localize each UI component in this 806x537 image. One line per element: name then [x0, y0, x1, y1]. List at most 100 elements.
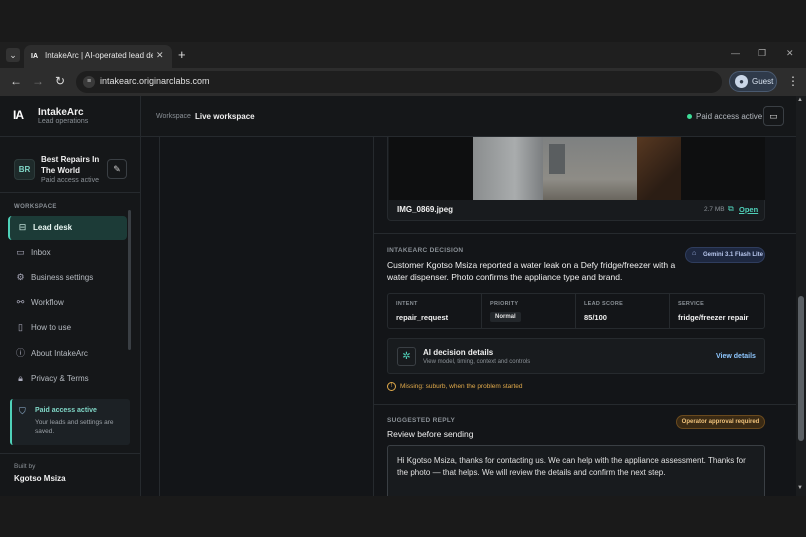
site-info-icon[interactable]: ≡: [83, 76, 95, 88]
inbox-tray-icon: ⊟: [18, 222, 27, 232]
scroll-up-icon[interactable]: ▲: [797, 97, 803, 103]
view-details-button[interactable]: View details: [716, 353, 756, 360]
stat-value: fridge/freezer repair: [678, 313, 749, 322]
sidebar-item-workflow[interactable]: ⚯ Workflow: [8, 291, 127, 315]
sidebar-item-label: Privacy & Terms: [31, 374, 89, 383]
warning-icon: !: [387, 382, 396, 391]
lock-icon: 🔒︎: [18, 373, 23, 383]
reload-icon[interactable]: ↻: [55, 74, 65, 88]
sidebar-item-inbox[interactable]: ▭ Inbox: [8, 241, 127, 265]
sidebar-item-label: About IntakeArc: [31, 349, 88, 358]
forward-icon[interactable]: →: [32, 74, 44, 88]
missing-info: Missing: suburb, when the problem starte…: [400, 383, 523, 390]
stat-label: LEAD SCORE: [584, 301, 624, 307]
decision-label: INTAKEARC DECISION: [387, 247, 464, 254]
sidebar-item-label: How to use: [31, 323, 72, 332]
attachment-photo[interactable]: [389, 137, 765, 200]
open-attachment-link[interactable]: Open: [739, 205, 758, 214]
tab-search-button[interactable]: ⌄: [6, 48, 20, 62]
model-badge: ⌂ Gemini 3.1 Flash Lite: [685, 247, 765, 263]
stat-value: repair_request: [396, 313, 449, 322]
brand-name: IntakeArc: [38, 107, 84, 118]
address-bar[interactable]: ≡ intakearc.originarclabs.com: [76, 71, 722, 93]
built-by-name: Kgotso Msiza: [14, 474, 66, 483]
letterbox-bottom: [0, 496, 806, 537]
divider: [374, 404, 796, 405]
topbar: Workspace Live workspace Paid access act…: [141, 96, 806, 137]
stat-lead-score: LEAD SCORE 85/100: [576, 294, 670, 328]
minimize-icon[interactable]: —: [731, 48, 740, 58]
reply-text: Hi Kgotso Msiza, thanks for contacting u…: [397, 456, 746, 477]
external-link-icon[interactable]: ⧉: [728, 204, 734, 214]
monitor-button[interactable]: ▭: [763, 106, 784, 126]
priority-badge: Normal: [490, 312, 521, 322]
built-by-label: Built by: [14, 463, 36, 470]
ai-details-title: AI decision details: [423, 348, 494, 357]
business-name: Best Repairs In The World: [41, 155, 100, 175]
sidebar-item-privacy[interactable]: 🔒︎ Privacy & Terms: [8, 367, 127, 391]
inbox-icon: ▭: [16, 247, 25, 257]
sidebar-item-label: Business settings: [31, 273, 94, 282]
browser-toolbar: ← → ↻ ≡ intakearc.originarclabs.com ● Gu…: [0, 68, 806, 96]
browser-tab[interactable]: IA IntakeArc | AI-operated lead de ✕: [24, 45, 172, 68]
stat-service: SERVICE fridge/freezer repair: [670, 294, 764, 328]
scrollbar-thumb[interactable]: [798, 296, 804, 441]
status-dot-icon: [687, 114, 692, 119]
lead-list-pane: [159, 137, 374, 496]
sidebar-item-lead-desk[interactable]: ⊟ Lead desk: [8, 216, 127, 240]
paid-access-text: Your leads and settings are saved.: [35, 419, 114, 435]
divider: [0, 453, 141, 454]
sidebar-scrollbar[interactable]: [128, 210, 131, 350]
sparkle-icon: ✲: [397, 347, 416, 366]
breadcrumb-workspace: Workspace: [156, 113, 191, 120]
stat-label: INTENT: [396, 301, 418, 307]
business-avatar: BR: [14, 159, 35, 180]
back-icon[interactable]: ←: [10, 74, 22, 88]
sidebar-item-label: Lead desk: [33, 223, 73, 232]
letterbox-top: [0, 0, 806, 42]
divider: [374, 233, 796, 234]
model-name: Gemini 3.1 Flash Lite: [703, 252, 764, 258]
paid-access-card: ⛉ Paid access active Your leads and sett…: [10, 399, 130, 445]
attachment-filename: IMG_0869.jpeg: [397, 205, 454, 214]
sidebar-item-label: Inbox: [31, 248, 51, 257]
book-icon: ▯: [18, 322, 23, 332]
gear-icon: ⚙: [16, 272, 25, 282]
suggested-reply-label: SUGGESTED REPLY: [387, 417, 456, 424]
robot-icon: ⌂: [692, 250, 697, 257]
app: IA IntakeArc Lead operations BR Best Rep…: [0, 96, 806, 496]
browser-menu-icon[interactable]: ⋮: [787, 74, 799, 88]
workspace-section-label: WORKSPACE: [14, 204, 57, 210]
person-icon: ●: [735, 75, 748, 88]
ai-details-subtitle: View model, timing, context and controls: [423, 359, 531, 365]
sidebar-item-business-settings[interactable]: ⚙ Business settings: [8, 266, 127, 290]
guest-profile-button[interactable]: ● Guest: [729, 71, 777, 92]
brand: IA IntakeArc Lead operations: [0, 96, 141, 137]
attachment-size: 2.7 MB: [704, 206, 725, 213]
window-close-icon[interactable]: ✕: [786, 48, 794, 59]
workflow-icon: ⚯: [16, 297, 25, 307]
tab-favicon-icon: IA: [31, 53, 38, 60]
scroll-down-icon[interactable]: ▼: [797, 485, 803, 491]
page-scrollbar[interactable]: ▲ ▼: [796, 96, 806, 496]
breadcrumb-current: Live workspace: [195, 112, 255, 121]
info-icon: ⓘ: [15, 348, 25, 358]
stat-value: 85/100: [584, 313, 607, 322]
restore-icon[interactable]: ❐: [758, 48, 766, 59]
sidebar-item-about[interactable]: ⓘ About IntakeArc: [8, 342, 127, 366]
edit-business-button[interactable]: ✎: [107, 159, 127, 179]
access-status: Paid access active: [696, 112, 763, 121]
brand-subtitle: Lead operations: [38, 118, 89, 125]
suggested-reply-title: Review before sending: [387, 429, 474, 439]
new-tab-button[interactable]: +: [178, 47, 186, 62]
approval-badge: Operator approval required: [676, 415, 765, 429]
business-card: BR Best Repairs In The World Paid access…: [0, 137, 141, 193]
stat-priority: PRIORITY Normal: [482, 294, 576, 328]
lead-detail-pane: IMG_0869.jpeg 2.7 MB ⧉ Open INTAKEARC DE…: [374, 137, 796, 496]
business-status: Paid access active: [41, 177, 99, 184]
stat-label: PRIORITY: [490, 301, 519, 307]
sidebar-item-how-to-use[interactable]: ▯ How to use: [8, 316, 127, 340]
ai-decision-details-card[interactable]: ✲ AI decision details View model, timing…: [387, 338, 765, 374]
reply-textarea[interactable]: Hi Kgotso Msiza, thanks for contacting u…: [387, 445, 765, 496]
tab-close-icon[interactable]: ✕: [156, 50, 164, 61]
